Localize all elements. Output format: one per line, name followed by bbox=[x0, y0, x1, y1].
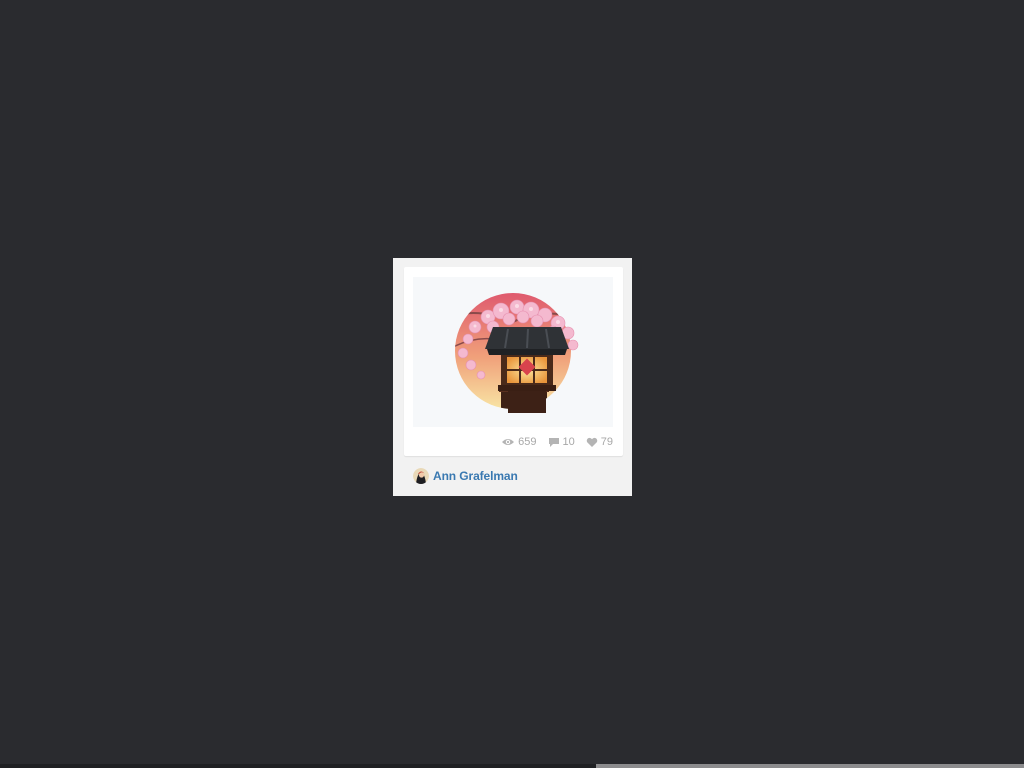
views-count: 659 bbox=[518, 436, 537, 448]
likes-stat[interactable]: 79 bbox=[586, 436, 613, 448]
shot-stats: 659 10 79 bbox=[490, 436, 613, 448]
likes-count: 79 bbox=[600, 436, 613, 448]
shot-thumbnail[interactable] bbox=[413, 277, 613, 427]
comments-count: 10 bbox=[562, 436, 575, 448]
eye-icon bbox=[501, 437, 515, 447]
comments-stat[interactable]: 10 bbox=[548, 436, 575, 448]
speech-bubble-icon bbox=[548, 437, 560, 448]
lantern-cherry-blossom-illustration bbox=[455, 293, 579, 413]
views-stat[interactable]: 659 bbox=[501, 436, 537, 448]
author-name-link[interactable]: Ann Grafelman bbox=[433, 469, 518, 483]
shot-card: 659 10 79 Ann Grafelman bbox=[393, 258, 632, 496]
author-avatar[interactable] bbox=[413, 468, 429, 484]
horizontal-scrollbar-thumb[interactable] bbox=[596, 764, 1024, 768]
heart-icon bbox=[586, 437, 598, 448]
shot-attribution: Ann Grafelman bbox=[413, 468, 518, 484]
shot-container: 659 10 79 bbox=[404, 267, 623, 456]
